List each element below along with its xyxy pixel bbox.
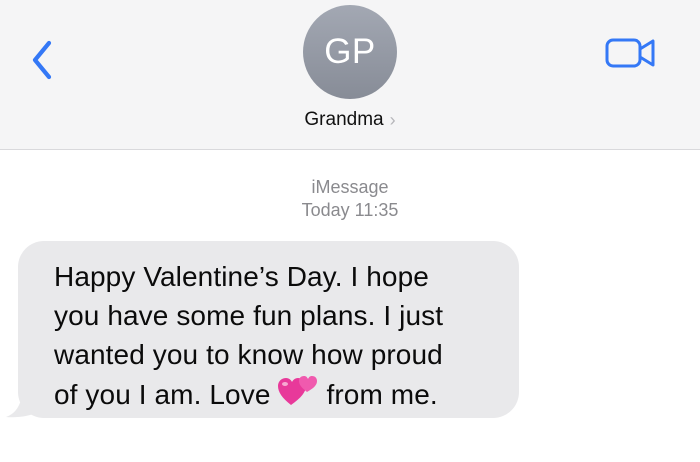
message-line: of you I am. Love from me. (54, 374, 501, 414)
avatar[interactable]: GP (303, 5, 397, 99)
back-button[interactable] (22, 36, 62, 84)
incoming-message-bubble[interactable]: Happy Valentine’s Day. I hope you have s… (18, 241, 519, 418)
avatar-initials: GP (324, 32, 376, 71)
timestamp: Today 11:35 (301, 200, 399, 220)
message-line: you have some fun plans. I just (54, 300, 444, 331)
message-meta: iMessage Today 11:35 (0, 176, 700, 222)
facetime-video-button[interactable] (603, 33, 659, 73)
message-text: of you I am. Love (54, 379, 271, 410)
service-label: iMessage (311, 177, 389, 197)
message-bubble-wrap: Happy Valentine’s Day. I hope you have s… (18, 241, 519, 418)
chevron-right-icon: › (389, 109, 396, 130)
message-line: Happy Valentine’s Day. I hope (54, 261, 429, 292)
conversation-screen: GP Grandma › iMessage Today 11:35 Happy … (0, 0, 700, 462)
conversation-header: GP Grandma › (0, 0, 700, 150)
message-line: wanted you to know how proud (54, 339, 443, 370)
contact-name: Grandma (304, 109, 384, 130)
message-text: from me. (326, 379, 438, 410)
two-hearts-emoji (277, 376, 317, 405)
video-camera-icon (605, 38, 655, 68)
contact-name-button[interactable]: Grandma › (0, 109, 700, 131)
chevron-left-icon (32, 40, 52, 80)
